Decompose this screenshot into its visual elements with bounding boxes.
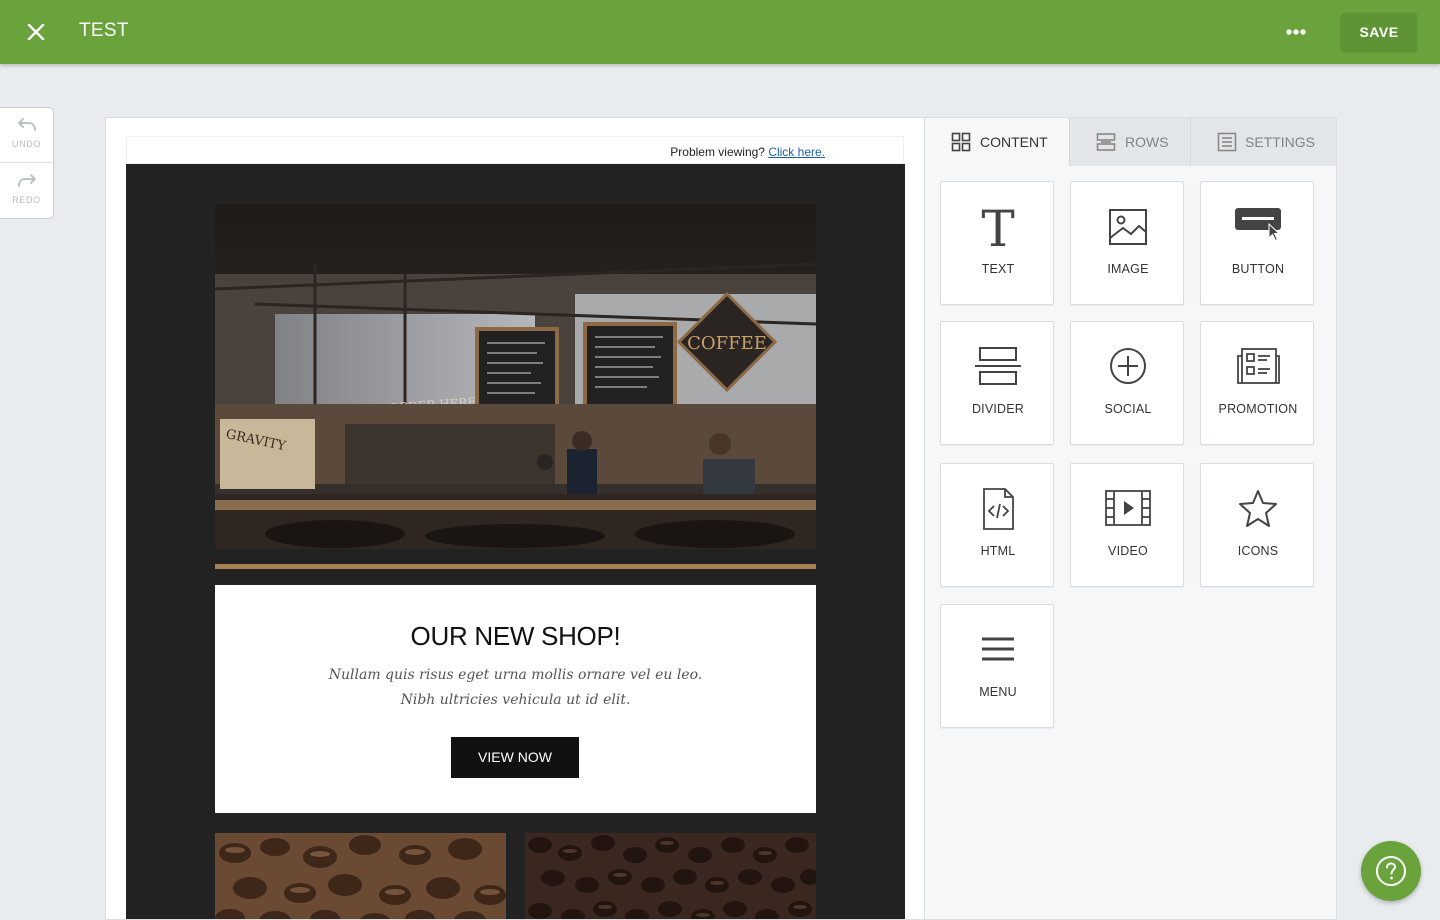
undo-button[interactable]: UNDO — [0, 108, 53, 163]
coffee-beans-image-left[interactable] — [215, 833, 506, 919]
coffee-beans-photo — [525, 833, 816, 919]
block-text[interactable]: T TEXT — [940, 181, 1054, 305]
save-button[interactable]: SAVE — [1341, 13, 1417, 51]
redo-label: REDO — [12, 195, 41, 205]
tab-rows-label: ROWS — [1125, 134, 1169, 150]
email-canvas: Problem viewing? Click here. COFFEE GRAV… — [105, 117, 925, 920]
star-icon — [1239, 490, 1277, 527]
block-menu-label: MENU — [979, 685, 1017, 699]
view-now-button[interactable]: VIEW NOW — [451, 737, 579, 778]
divider-icon — [975, 347, 1021, 385]
block-promotion[interactable]: PROMOTION — [1200, 321, 1314, 445]
content-panel: CONTENT ROWS SETTINGS T TEXT IMAGE BUTTO… — [925, 117, 1337, 920]
preheader-row[interactable]: Problem viewing? Click here. — [126, 136, 904, 164]
hero-coffee-sign: COFFEE — [687, 333, 767, 354]
block-divider[interactable]: DIVIDER — [940, 321, 1054, 445]
video-icon — [1105, 490, 1151, 526]
tab-content-label: CONTENT — [980, 134, 1048, 150]
undo-icon — [17, 118, 36, 131]
rows-icon — [1096, 133, 1116, 151]
divider-bar — [215, 564, 816, 569]
block-image[interactable]: IMAGE — [1070, 181, 1184, 305]
social-plus-icon — [1110, 348, 1146, 384]
block-menu[interactable]: MENU — [940, 604, 1054, 728]
body-text-line-1: Nullam quis risus eget urna mollis ornar… — [328, 667, 703, 683]
promotion-icon — [1237, 348, 1280, 384]
tab-rows[interactable]: ROWS — [1069, 118, 1190, 166]
block-social[interactable]: SOCIAL — [1070, 321, 1184, 445]
menu-icon — [982, 637, 1014, 661]
tab-settings-label: SETTINGS — [1245, 134, 1316, 150]
preheader-link[interactable]: Click here. — [768, 145, 825, 159]
content-card[interactable]: OUR NEW SHOP! Nullam quis risus eget urn… — [215, 585, 816, 813]
block-button-label: BUTTON — [1231, 262, 1285, 276]
block-promotion-label: PROMOTION — [1218, 402, 1298, 416]
block-divider-label: DIVIDER — [971, 402, 1025, 416]
grid-icon — [951, 132, 971, 152]
text-icon: T — [981, 202, 1014, 252]
more-dots-icon — [1286, 29, 1306, 35]
coffee-beans-image-right[interactable] — [525, 833, 816, 919]
block-image-label: IMAGE — [1107, 262, 1149, 276]
redo-button[interactable]: REDO — [0, 164, 53, 219]
body-text-line-2: Nibh ultricies vehicula ut id elit. — [400, 692, 631, 708]
block-video-label: VIDEO — [1108, 544, 1148, 558]
close-button[interactable] — [22, 18, 50, 46]
image-icon — [1109, 209, 1147, 245]
block-text-label: TEXT — [981, 262, 1015, 276]
undo-label: UNDO — [12, 139, 41, 149]
svg-text:T: T — [981, 202, 1014, 252]
headline: OUR NEW SHOP! — [410, 621, 621, 651]
history-controls: UNDO REDO — [0, 107, 54, 219]
preheader-text: Problem viewing? — [670, 145, 769, 159]
help-question-icon — [1376, 856, 1406, 886]
tab-content[interactable]: CONTENT — [925, 118, 1069, 166]
more-options-button[interactable] — [1280, 22, 1312, 42]
block-video[interactable]: VIDEO — [1070, 463, 1184, 587]
block-html[interactable]: HTML — [940, 463, 1054, 587]
coffee-shop-photo: COFFEE ORDER HERE GRAVITY — [215, 204, 816, 549]
panel-tabs: CONTENT ROWS SETTINGS — [925, 118, 1336, 166]
html-code-icon — [983, 488, 1014, 530]
coffee-beans-photo — [215, 833, 506, 919]
help-button[interactable] — [1361, 841, 1421, 901]
block-button[interactable]: BUTTON — [1200, 181, 1314, 305]
settings-list-icon — [1217, 132, 1237, 152]
block-html-label: HTML — [980, 544, 1016, 558]
top-bar: TEST SAVE — [0, 0, 1440, 64]
block-social-label: SOCIAL — [1104, 402, 1152, 416]
tab-settings[interactable]: SETTINGS — [1190, 118, 1336, 166]
block-icons[interactable]: ICONS — [1200, 463, 1314, 587]
block-icons-label: ICONS — [1237, 544, 1279, 558]
page-title: TEST — [79, 20, 129, 41]
redo-icon — [17, 174, 36, 187]
hero-image[interactable]: COFFEE ORDER HERE GRAVITY — [215, 204, 816, 549]
button-icon — [1235, 208, 1281, 242]
email-body: COFFEE ORDER HERE GRAVITY — [126, 164, 905, 919]
close-icon — [27, 23, 45, 41]
